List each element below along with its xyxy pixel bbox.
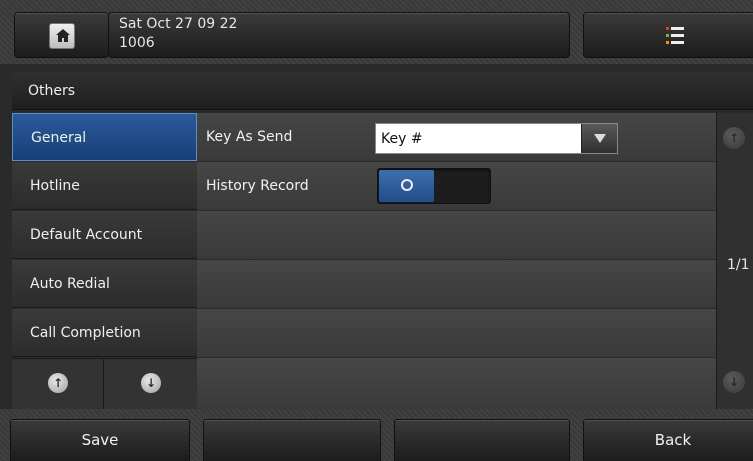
date-time: Sat Oct 27 09 22 <box>119 16 238 32</box>
empty-row <box>197 260 716 309</box>
home-button[interactable] <box>14 12 109 58</box>
scroll-up-button[interactable]: ↑ <box>12 359 104 410</box>
softkey-2-label <box>204 420 380 431</box>
sidebar-item-label: Auto Redial <box>30 276 110 292</box>
sidebar-item-label: Hotline <box>30 178 80 194</box>
scroll-down-button[interactable]: ↓ <box>105 359 197 410</box>
settings-panel: Key As Send Key # History Record <box>197 113 716 409</box>
setting-row-history-record: History Record <box>197 162 716 211</box>
page-header: Others <box>12 72 753 110</box>
sidebar: General Hotline Default Account Auto Red… <box>12 113 197 410</box>
toggle-knob <box>379 170 434 202</box>
softkey-3-label <box>395 420 569 431</box>
page-scroller: ↑ 1/1 ↓ <box>716 113 753 409</box>
sidebar-item-label: General <box>31 130 87 146</box>
sidebar-item-default-account[interactable]: Default Account <box>12 211 197 259</box>
softkey-2-button[interactable] <box>203 419 381 461</box>
empty-row <box>197 358 716 409</box>
menu-list-icon <box>666 27 684 44</box>
home-icon <box>49 23 75 49</box>
page-indicator: 1/1 <box>727 257 750 273</box>
empty-row <box>197 309 716 358</box>
history-record-label: History Record <box>206 178 309 194</box>
save-button[interactable]: Save <box>10 419 190 461</box>
sidebar-item-label: Default Account <box>30 227 143 243</box>
page-title: Others <box>28 83 76 99</box>
save-button-label: Save <box>81 431 119 449</box>
chevron-down-icon <box>594 134 606 143</box>
key-as-send-label: Key As Send <box>206 129 293 145</box>
sidebar-item-call-completion[interactable]: Call Completion <box>12 309 197 357</box>
dropdown-button[interactable] <box>581 124 617 153</box>
key-as-send-select[interactable]: Key # <box>375 123 618 154</box>
setting-row-key-as-send: Key As Send Key # <box>197 113 716 162</box>
page-up-icon[interactable]: ↑ <box>723 127 745 149</box>
account-extension: 1006 <box>119 35 155 51</box>
sidebar-item-label: Call Completion <box>30 325 141 341</box>
status-bar: Sat Oct 27 09 22 1006 <box>0 0 753 64</box>
menu-button[interactable] <box>583 12 753 58</box>
empty-row <box>197 211 716 260</box>
toggle-on-icon <box>401 179 413 191</box>
history-record-toggle[interactable] <box>377 168 491 204</box>
back-button-label: Back <box>654 431 692 449</box>
arrow-down-icon: ↓ <box>141 373 161 393</box>
sidebar-item-hotline[interactable]: Hotline <box>12 162 197 210</box>
sidebar-item-auto-redial[interactable]: Auto Redial <box>12 260 197 308</box>
page-down-icon[interactable]: ↓ <box>723 371 745 393</box>
back-button[interactable]: Back <box>583 419 753 461</box>
sidebar-item-general[interactable]: General <box>12 113 197 161</box>
status-info: Sat Oct 27 09 22 1006 <box>108 12 570 58</box>
arrow-up-icon: ↑ <box>48 373 68 393</box>
sidebar-scroll-controls: ↑ ↓ <box>12 358 197 410</box>
softkey-bar: Save Back <box>0 409 753 461</box>
softkey-3-button[interactable] <box>394 419 570 461</box>
key-as-send-value: Key # <box>381 131 423 147</box>
